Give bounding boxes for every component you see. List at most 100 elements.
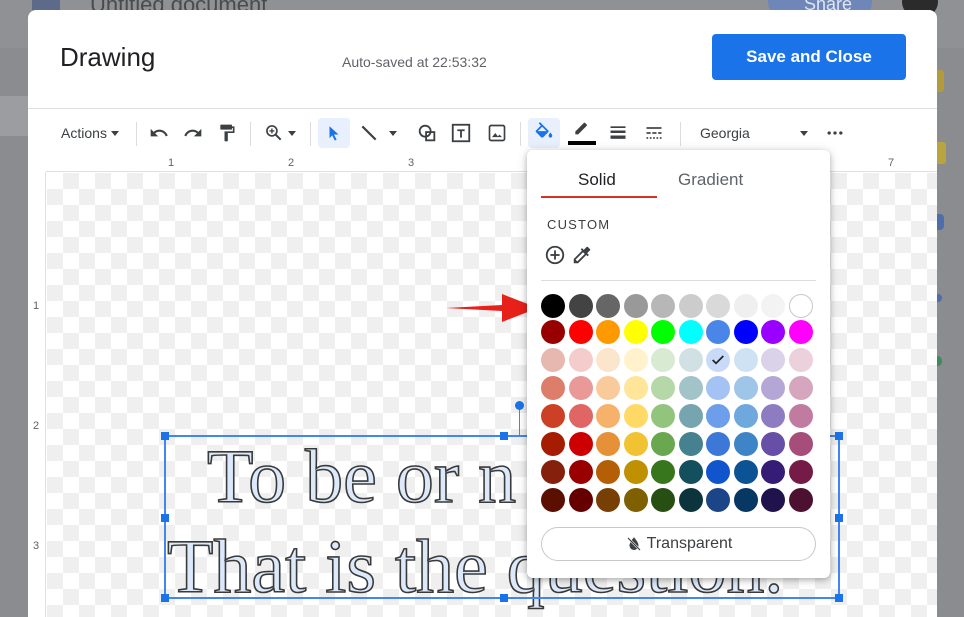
color-swatch[interactable]	[761, 294, 785, 318]
color-swatch[interactable]	[706, 488, 730, 512]
select-tool-button[interactable]	[318, 118, 350, 148]
color-swatch[interactable]	[651, 404, 675, 428]
color-swatch[interactable]	[678, 432, 703, 456]
color-swatch[interactable]	[541, 348, 565, 372]
color-swatch[interactable]	[733, 488, 758, 512]
eyedropper-icon[interactable]	[571, 244, 593, 266]
color-swatch[interactable]	[733, 348, 758, 372]
color-swatch[interactable]	[568, 376, 593, 400]
color-swatch[interactable]	[623, 320, 648, 344]
rotate-handle[interactable]	[515, 401, 524, 410]
color-swatch[interactable]	[706, 404, 730, 428]
resize-handle-ne[interactable]	[835, 432, 843, 440]
color-swatch[interactable]	[651, 348, 675, 372]
border-color-button[interactable]	[566, 118, 598, 148]
color-swatch[interactable]	[596, 432, 620, 456]
color-swatch[interactable]	[651, 294, 675, 318]
color-swatch[interactable]	[568, 432, 593, 456]
border-dash-button[interactable]	[638, 118, 670, 148]
color-swatch[interactable]	[541, 320, 565, 344]
color-swatch[interactable]	[706, 320, 730, 344]
color-swatch[interactable]	[733, 376, 758, 400]
color-swatch[interactable]	[761, 348, 785, 372]
color-swatch[interactable]	[568, 488, 593, 512]
color-swatch[interactable]	[596, 320, 620, 344]
color-swatch[interactable]	[568, 320, 593, 344]
more-options-button[interactable]	[820, 118, 850, 148]
color-swatch[interactable]	[541, 294, 565, 318]
color-swatch[interactable]	[733, 404, 758, 428]
color-swatch[interactable]	[788, 294, 813, 318]
line-tool-button[interactable]	[354, 118, 402, 148]
redo-button[interactable]	[178, 118, 208, 148]
font-select[interactable]: Georgia	[692, 118, 816, 148]
color-swatch[interactable]	[788, 432, 813, 456]
resize-handle-w[interactable]	[161, 514, 169, 522]
color-swatch[interactable]	[788, 404, 813, 428]
color-swatch[interactable]	[761, 460, 785, 484]
color-swatch[interactable]	[623, 488, 648, 512]
color-swatch[interactable]	[678, 460, 703, 484]
fill-color-button[interactable]	[528, 118, 560, 148]
color-swatch[interactable]	[706, 348, 730, 372]
color-swatch[interactable]	[733, 432, 758, 456]
color-swatch[interactable]	[706, 294, 730, 318]
shape-tool-button[interactable]	[412, 118, 442, 148]
color-swatch[interactable]	[651, 376, 675, 400]
resize-handle-sw[interactable]	[161, 594, 169, 602]
color-swatch[interactable]	[761, 320, 785, 344]
color-swatch[interactable]	[568, 404, 593, 428]
color-swatch[interactable]	[788, 460, 813, 484]
resize-handle-n[interactable]	[500, 432, 508, 440]
zoom-button[interactable]	[258, 118, 302, 148]
color-swatch[interactable]	[623, 294, 648, 318]
color-swatch[interactable]	[761, 376, 785, 400]
color-swatch[interactable]	[568, 294, 593, 318]
paint-format-button[interactable]	[212, 118, 242, 148]
tab-gradient[interactable]: Gradient	[678, 170, 743, 190]
color-swatch[interactable]	[596, 348, 620, 372]
color-swatch[interactable]	[541, 460, 565, 484]
color-swatch[interactable]	[788, 348, 813, 372]
color-swatch[interactable]	[788, 376, 813, 400]
color-swatch[interactable]	[623, 432, 648, 456]
color-swatch[interactable]	[678, 320, 703, 344]
save-and-close-button[interactable]: Save and Close	[712, 34, 906, 80]
color-swatch[interactable]	[651, 460, 675, 484]
color-swatch[interactable]	[623, 460, 648, 484]
color-swatch[interactable]	[568, 460, 593, 484]
color-swatch[interactable]	[651, 488, 675, 512]
color-swatch[interactable]	[733, 294, 758, 318]
color-swatch[interactable]	[788, 488, 813, 512]
color-swatch[interactable]	[541, 488, 565, 512]
resize-handle-nw[interactable]	[161, 432, 169, 440]
color-swatch[interactable]	[568, 348, 593, 372]
color-swatch[interactable]	[651, 320, 675, 344]
color-swatch[interactable]	[761, 488, 785, 512]
color-swatch[interactable]	[678, 404, 703, 428]
add-custom-color-icon[interactable]	[544, 244, 566, 266]
resize-handle-e[interactable]	[835, 514, 843, 522]
color-swatch[interactable]	[761, 432, 785, 456]
color-swatch[interactable]	[596, 460, 620, 484]
color-swatch[interactable]	[788, 320, 813, 344]
color-swatch[interactable]	[733, 320, 758, 344]
color-swatch[interactable]	[761, 404, 785, 428]
textbox-tool-button[interactable]	[446, 118, 476, 148]
color-swatch[interactable]	[623, 376, 648, 400]
resize-handle-s[interactable]	[500, 594, 508, 602]
image-tool-button[interactable]	[482, 118, 512, 148]
color-swatch[interactable]	[706, 432, 730, 456]
color-swatch[interactable]	[678, 488, 703, 512]
transparent-button[interactable]: Transparent	[541, 527, 816, 561]
actions-menu[interactable]: Actions	[52, 118, 128, 148]
color-swatch[interactable]	[706, 460, 730, 484]
color-swatch[interactable]	[596, 404, 620, 428]
tab-solid[interactable]: Solid	[578, 170, 616, 190]
color-swatch[interactable]	[623, 348, 648, 372]
color-swatch[interactable]	[596, 488, 620, 512]
resize-handle-se[interactable]	[835, 594, 843, 602]
color-swatch[interactable]	[596, 376, 620, 400]
color-swatch[interactable]	[678, 348, 703, 372]
color-swatch[interactable]	[623, 404, 648, 428]
